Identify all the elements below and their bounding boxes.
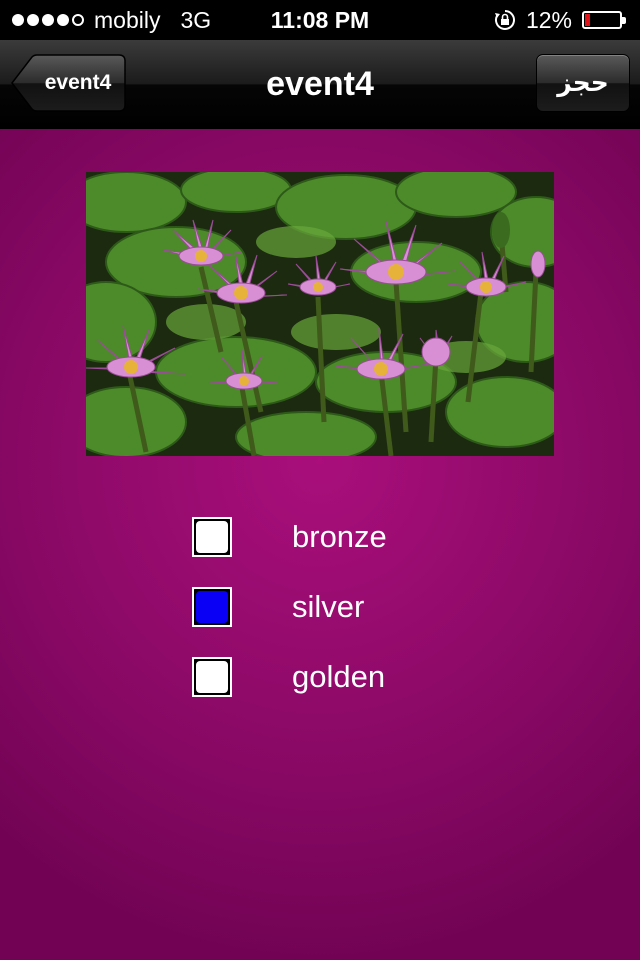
book-button[interactable]: حجز: [536, 54, 630, 112]
rotation-lock-icon: [494, 10, 515, 30]
checkbox-bronze[interactable]: [192, 517, 232, 557]
option-golden[interactable]: golden: [192, 657, 492, 697]
option-label: golden: [292, 659, 386, 694]
water-lilies-image: [86, 172, 554, 456]
checkbox-silver[interactable]: [192, 587, 232, 627]
option-label: bronze: [292, 519, 387, 554]
battery-icon: [582, 9, 628, 31]
status-bar: mobily 3G 11:08 PM 12%: [0, 0, 640, 40]
battery-level: [585, 14, 590, 26]
navigation-bar: event4 event4 حجز: [0, 40, 640, 129]
event-image: [86, 172, 554, 456]
option-silver[interactable]: silver: [192, 587, 492, 627]
checkbox-golden[interactable]: [192, 657, 232, 697]
status-right: 12%: [494, 0, 628, 40]
battery-percent: 12%: [525, 6, 572, 33]
option-bronze[interactable]: bronze: [192, 517, 492, 557]
battery-tip: [622, 17, 626, 24]
option-label: silver: [292, 589, 365, 624]
content-area: bronze silver golden: [0, 129, 640, 960]
